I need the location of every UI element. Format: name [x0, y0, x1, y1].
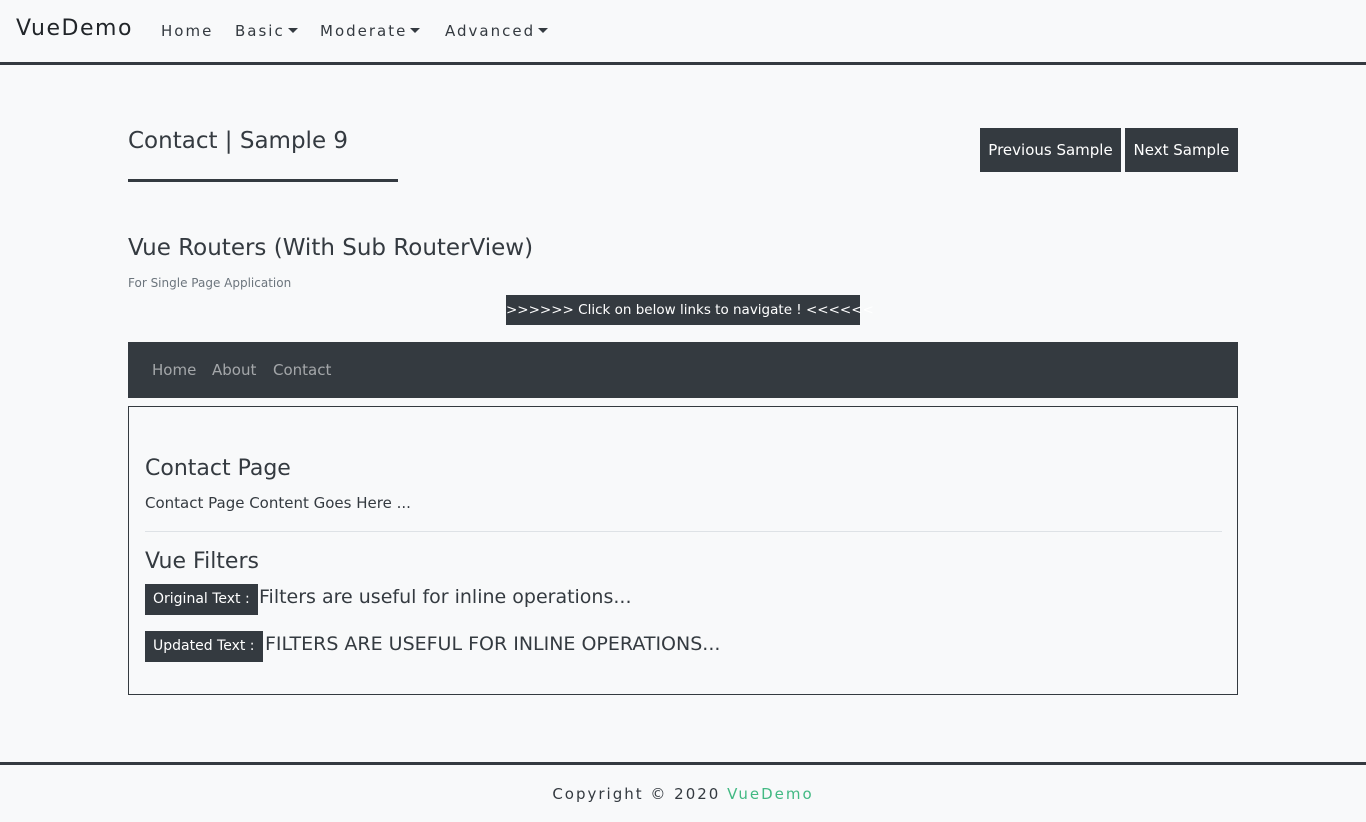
- page-title: Contact | Sample 9: [128, 128, 349, 154]
- next-sample-button[interactable]: Next Sample: [1125, 128, 1238, 172]
- previous-sample-button[interactable]: Previous Sample: [980, 128, 1121, 172]
- nav-item-label: Home: [161, 22, 214, 40]
- section-title: Vue Routers (With Sub RouterView): [128, 235, 534, 261]
- filters-title: Vue Filters: [145, 549, 259, 574]
- brand-logo[interactable]: VueDemo: [16, 16, 133, 41]
- nav-item-label: Basic: [235, 22, 285, 40]
- nav-item-label: Moderate: [320, 22, 408, 40]
- caret-down-icon: [538, 28, 549, 33]
- title-underline: [128, 179, 398, 182]
- updated-text-value: FILTERS ARE USEFUL FOR INLINE OPERATIONS…: [265, 633, 721, 655]
- nav-item-basic[interactable]: Basic: [235, 22, 298, 40]
- router-link-home[interactable]: Home: [152, 361, 196, 379]
- router-link-contact[interactable]: Contact: [273, 361, 331, 379]
- footer: Copyright © 2020 VueDemo: [0, 785, 1366, 803]
- section-subtitle: For Single Page Application: [128, 276, 292, 290]
- nav-item-label: Advanced: [445, 22, 536, 40]
- copyright-text: Copyright © 2020: [552, 785, 721, 803]
- caret-down-icon: [410, 28, 421, 33]
- updated-text-label: Updated Text :: [145, 631, 263, 662]
- navigation-hint-badge: >>>>>> Click on below links to navigate …: [506, 295, 874, 325]
- footer-divider: [0, 762, 1366, 765]
- nav-item-advanced[interactable]: Advanced: [445, 22, 549, 40]
- router-navbar: Home About Contact: [128, 342, 1238, 398]
- nav-item-moderate[interactable]: Moderate: [320, 22, 421, 40]
- contact-page-content: Contact Page Content Goes Here ...: [145, 494, 411, 512]
- nav-item-home[interactable]: Home: [161, 22, 213, 40]
- router-link-about[interactable]: About: [212, 361, 256, 379]
- contact-page-title: Contact Page: [145, 456, 291, 481]
- caret-down-icon: [287, 28, 298, 33]
- footer-brand-link[interactable]: VueDemo: [727, 785, 814, 803]
- top-navbar: VueDemo Home Basic Moderate Advanced: [0, 0, 1366, 65]
- divider: [145, 531, 1222, 532]
- original-text-value: Filters are useful for inline operations…: [259, 586, 632, 608]
- router-view: Contact Page Contact Page Content Goes H…: [128, 406, 1238, 695]
- original-text-label: Original Text :: [145, 584, 258, 615]
